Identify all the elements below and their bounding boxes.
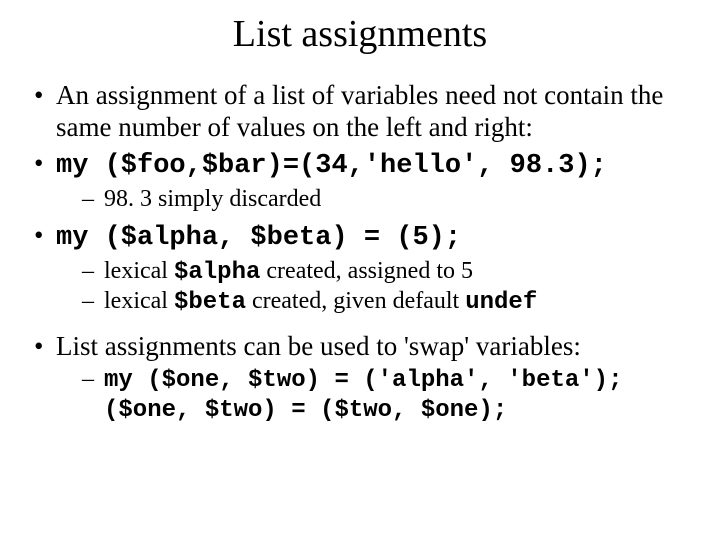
bullet-3-sublist: lexical $alpha created, assigned to 5 le… [56,257,700,318]
b4s1-line2: ($one, $two) = ($two, $one); [104,397,507,424]
bullet-2-sub-1-text: 98. 3 simply discarded [104,186,321,212]
bullet-4-sublist: my ($one, $two) = ('alpha', 'beta'); ($o… [56,365,700,426]
bullet-2-sublist: 98. 3 simply discarded [56,185,700,214]
b3s2-code2: undef [465,289,537,316]
bullet-3-sub-2: lexical $beta created, given default und… [82,287,700,317]
b3s2-pre: lexical [104,288,174,314]
b3s2-code1: $beta [174,289,246,316]
bullet-3-sub-1: lexical $alpha created, assigned to 5 [82,257,700,287]
bullet-4-sub-1: my ($one, $two) = ('alpha', 'beta'); ($o… [82,365,700,426]
bullet-4: List assignments can be used to 'swap' v… [30,331,700,425]
bullet-3-code: my ($alpha, $beta) = (5); [56,223,461,253]
bullet-1: An assignment of a list of variables nee… [30,80,700,144]
slide-title: List assignments [20,12,700,56]
bullet-4-text: List assignments can be used to 'swap' v… [56,331,581,361]
b4s1-line1: my ($one, $two) = ('alpha', 'beta'); [104,367,622,394]
b3s1-post: created, assigned to 5 [260,258,473,284]
bullet-2-code: my ($foo,$bar)=(34,'hello', 98.3); [56,151,607,181]
b3s1-pre: lexical [104,258,174,284]
bullet-list: An assignment of a list of variables nee… [20,80,700,426]
bullet-2-sub-1: 98. 3 simply discarded [82,185,700,214]
b3s2-mid: created, given default [246,288,465,314]
bullet-3: my ($alpha, $beta) = (5); lexical $alpha… [30,220,700,317]
bullet-2: my ($foo,$bar)=(34,'hello', 98.3); 98. 3… [30,148,700,214]
b3s1-code: $alpha [174,259,260,286]
bullet-1-text: An assignment of a list of variables nee… [56,80,663,142]
